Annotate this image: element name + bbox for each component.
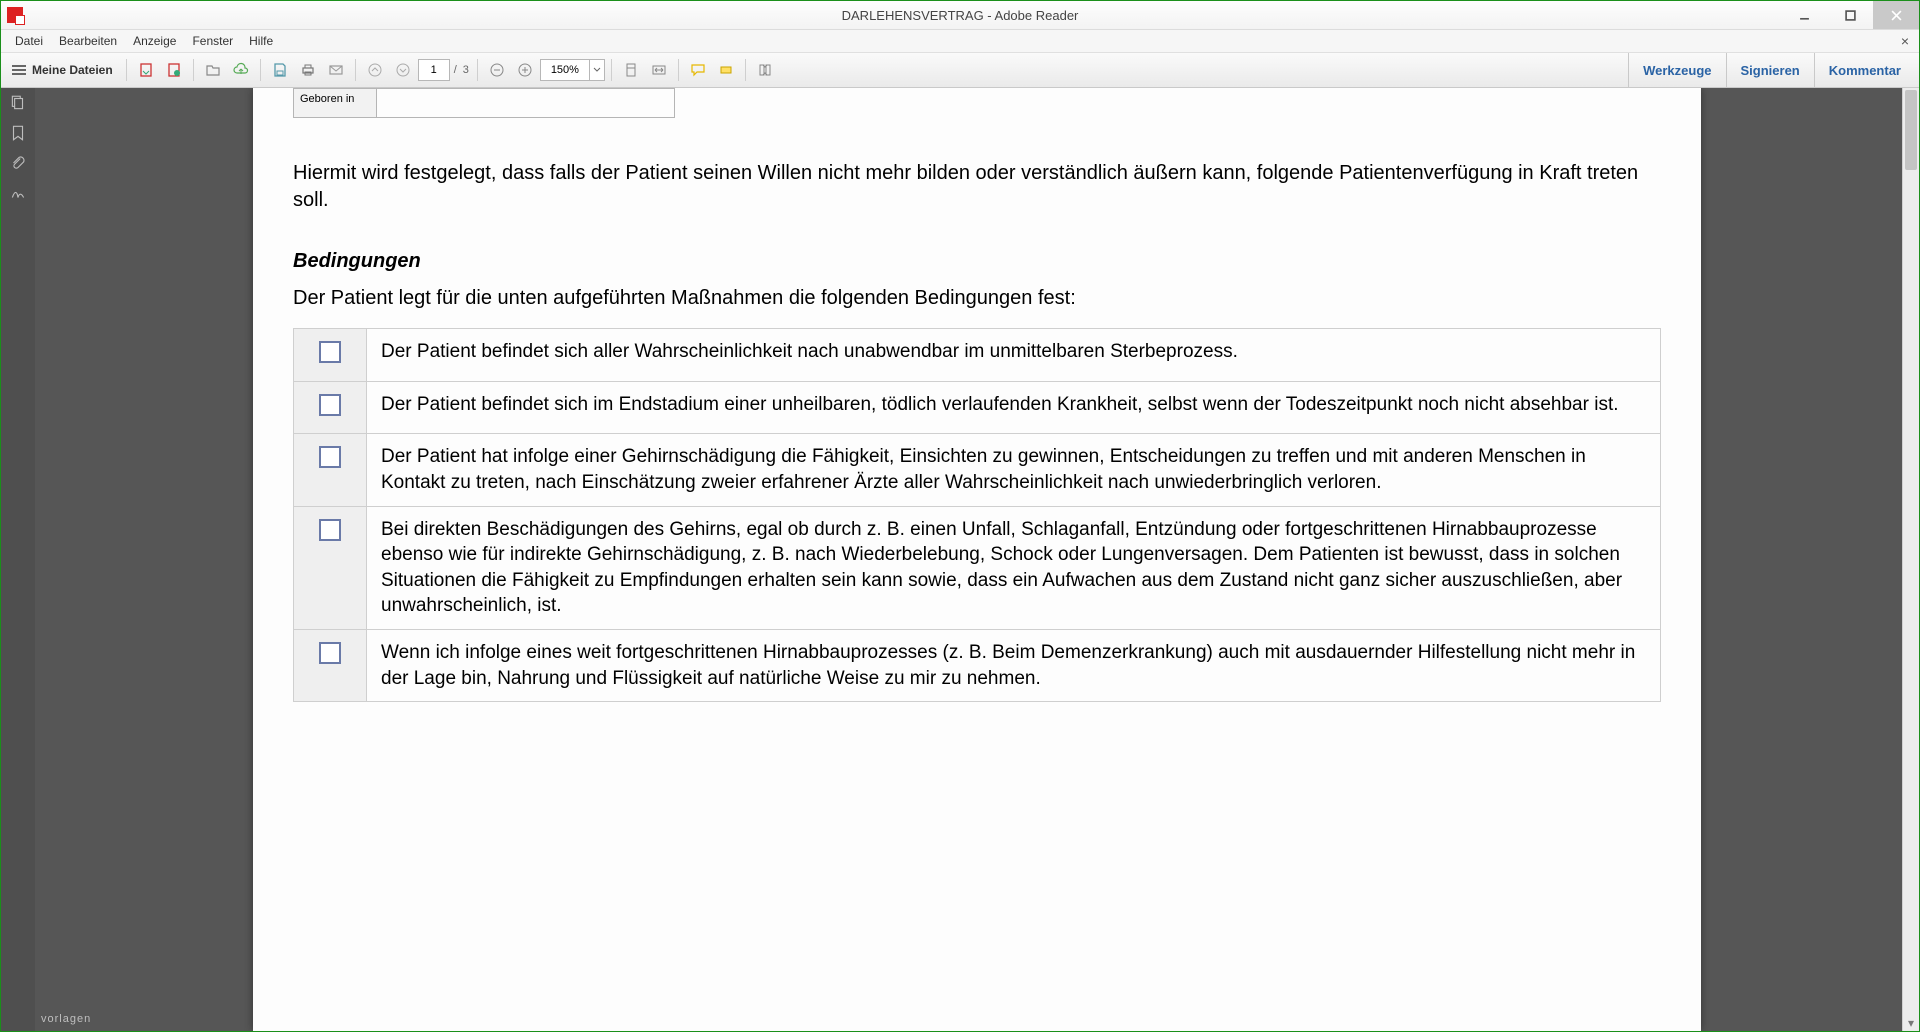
sign-panel-button[interactable]: Signieren (1726, 53, 1814, 87)
open-icon[interactable] (200, 57, 226, 83)
zoom-input[interactable] (541, 63, 589, 77)
field-value[interactable] (377, 89, 674, 117)
separator (260, 59, 261, 81)
fit-page-icon[interactable] (618, 57, 644, 83)
checkbox[interactable] (319, 446, 341, 468)
separator (193, 59, 194, 81)
field-label: Geboren in (294, 89, 377, 117)
separator (126, 59, 127, 81)
watermark: vorlagen (41, 1013, 91, 1025)
gutter-left (35, 88, 245, 1031)
condition-text: Der Patient befindet sich im Endstadium … (367, 381, 1661, 434)
separator (611, 59, 612, 81)
condition-text: Der Patient befindet sich aller Wahrsche… (367, 329, 1661, 382)
vertical-scrollbar[interactable]: ▴ ▾ (1902, 88, 1919, 1031)
checkbox[interactable] (319, 642, 341, 664)
table-row: Der Patient befindet sich aller Wahrsche… (294, 329, 1661, 382)
nav-rail (1, 88, 35, 1031)
menu-anzeige[interactable]: Anzeige (125, 32, 184, 50)
scroll-thumb[interactable] (1905, 90, 1917, 170)
separator (678, 59, 679, 81)
page-number-input[interactable] (418, 59, 450, 81)
condition-text: Bei direkten Beschädigungen des Gehirns,… (367, 506, 1661, 630)
thumbnails-icon[interactable] (9, 94, 27, 112)
scroll-down-icon[interactable]: ▾ (1903, 1015, 1919, 1031)
toolbar: Meine Dateien / 3 (1, 53, 1919, 88)
zoom-combo[interactable] (540, 59, 605, 81)
window-title: DARLEHENSVERTRAG - Adobe Reader (1, 8, 1919, 23)
table-row: Bei direkten Beschädigungen des Gehirns,… (294, 506, 1661, 630)
checkbox[interactable] (319, 341, 341, 363)
table-row: Der Patient hat infolge einer Gehirnschä… (294, 434, 1661, 506)
highlight-icon[interactable] (713, 57, 739, 83)
cloud-upload-icon[interactable] (228, 57, 254, 83)
tools-panel-button[interactable]: Werkzeuge (1628, 53, 1725, 87)
email-icon[interactable] (323, 57, 349, 83)
document-page: Geboren in Hiermit wird festgelegt, dass… (253, 88, 1701, 1031)
zoom-in-icon[interactable] (512, 57, 538, 83)
table-row: Wenn ich infolge eines weit fortgeschrit… (294, 630, 1661, 702)
gutter-right (1693, 88, 1903, 1031)
comment-add-icon[interactable] (685, 57, 711, 83)
content-area: Geboren in Hiermit wird festgelegt, dass… (1, 88, 1919, 1031)
condition-text: Wenn ich infolge eines weit fortgeschrit… (367, 630, 1661, 702)
my-files-label: Meine Dateien (32, 63, 113, 77)
chevron-down-icon[interactable] (589, 60, 604, 80)
comment-panel-button[interactable]: Kommentar (1814, 53, 1915, 87)
table-row: Der Patient befindet sich im Endstadium … (294, 381, 1661, 434)
intro-paragraph: Hiermit wird festgelegt, dass falls der … (293, 160, 1661, 214)
checkbox[interactable] (319, 519, 341, 541)
create-pdf-icon[interactable] (161, 57, 187, 83)
my-files-button[interactable]: Meine Dateien (5, 57, 120, 83)
condition-text: Der Patient hat infolge einer Gehirnschä… (367, 434, 1661, 506)
attachment-icon[interactable] (9, 154, 27, 172)
page-indicator: / 3 (418, 59, 471, 81)
separator (477, 59, 478, 81)
hamburger-icon (12, 65, 26, 75)
section-heading: Bedingungen (293, 250, 1661, 273)
page-sep: / (452, 64, 459, 76)
zoom-out-icon[interactable] (484, 57, 510, 83)
titlebar: DARLEHENSVERTRAG - Adobe Reader (1, 1, 1919, 30)
menu-fenster[interactable]: Fenster (184, 32, 241, 50)
signatures-icon[interactable] (9, 184, 27, 202)
separator (745, 59, 746, 81)
read-mode-icon[interactable] (752, 57, 778, 83)
section-lead: Der Patient legt für die unten aufgeführ… (293, 287, 1661, 310)
export-pdf-icon[interactable] (133, 57, 159, 83)
separator (355, 59, 356, 81)
menu-datei[interactable]: Datei (7, 32, 51, 50)
menu-bearbeiten[interactable]: Bearbeiten (51, 32, 125, 50)
page-up-icon[interactable] (362, 57, 388, 83)
menubar: Datei Bearbeiten Anzeige Fenster Hilfe × (1, 30, 1919, 53)
bookmark-icon[interactable] (9, 124, 27, 142)
close-document-icon[interactable]: × (1897, 33, 1913, 49)
checkbox[interactable] (319, 394, 341, 416)
page-count: 3 (461, 64, 471, 76)
page-down-icon[interactable] (390, 57, 416, 83)
menu-hilfe[interactable]: Hilfe (241, 32, 281, 50)
form-field-geboren-in: Geboren in (293, 88, 675, 118)
conditions-table: Der Patient befindet sich aller Wahrsche… (293, 328, 1661, 702)
save-icon[interactable] (267, 57, 293, 83)
print-icon[interactable] (295, 57, 321, 83)
fit-width-icon[interactable] (646, 57, 672, 83)
